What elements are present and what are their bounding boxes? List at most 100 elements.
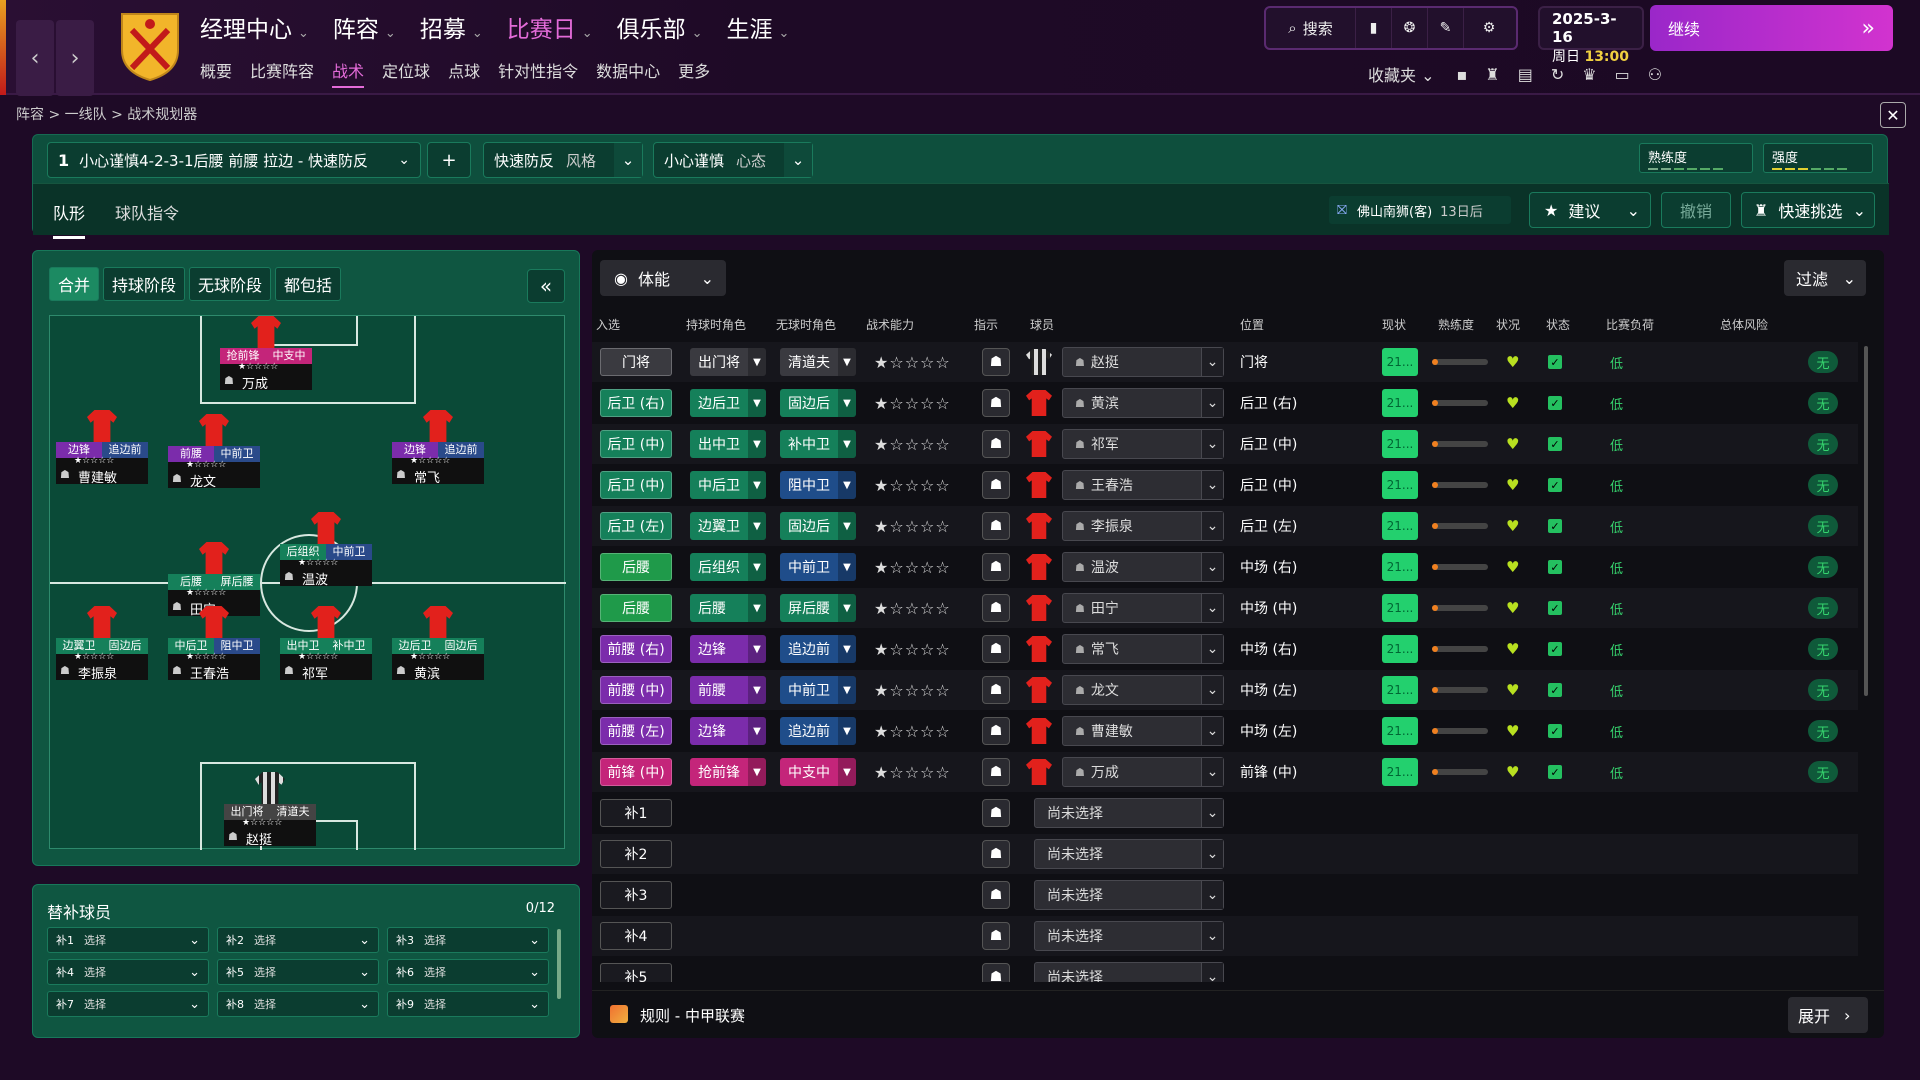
phase-tab-3[interactable]: 都包括 — [275, 267, 342, 301]
filter-button[interactable]: 过滤 ⌄ — [1784, 260, 1866, 296]
pitch-player[interactable]: 出中卫 补中卫 ★☆☆☆☆ ☗ 祁军 — [280, 606, 372, 682]
pitch-player[interactable]: 后组织 中前卫 ★☆☆☆☆ ☗ 温波 — [280, 512, 372, 588]
out-of-possession-role-select[interactable]: 阻中卫 ▼ — [780, 471, 856, 499]
table-row[interactable]: 前腰 (中) 前腰 ▼ 中前卫 ▼ ★☆☆☆☆ ☗ ☗ 龙文 ⌄ 中场 (左) 21... ♥ ✓ 低 无 — [592, 670, 1858, 710]
forward-button[interactable]: › — [56, 20, 94, 96]
column-header-10[interactable]: 状态 — [1546, 316, 1570, 333]
player-select[interactable]: ☗ 赵挺 ⌄ — [1062, 347, 1224, 377]
player-instructions-button[interactable]: ☗ — [982, 758, 1010, 786]
player-select[interactable]: ☗ 田宁 ⌄ — [1062, 593, 1224, 623]
brain-button[interactable]: ❂ — [1392, 8, 1428, 48]
selection-slot[interactable]: 前腰 (右) — [600, 635, 672, 663]
in-possession-role-select[interactable]: 抢前锋 ▼ — [690, 758, 766, 786]
player-instructions-button[interactable]: ☗ — [982, 512, 1010, 540]
selection-slot[interactable]: 前锋 (中) — [600, 758, 672, 786]
player-instructions-button[interactable]: ☗ — [982, 471, 1010, 499]
column-header-3[interactable]: 战术能力 — [866, 316, 914, 333]
sub-menu-item-2[interactable]: 战术 — [332, 58, 365, 88]
sub-slot-select[interactable]: 补2 选择 ⌄ — [217, 927, 379, 953]
column-header-1[interactable]: 持球时角色 — [686, 316, 746, 333]
player-instructions-button[interactable]: ☗ — [982, 389, 1010, 417]
pitch-player[interactable]: 边后卫 固边后 ★☆☆☆☆ ☗ 黄滨 — [392, 606, 484, 682]
column-header-4[interactable]: 指示 — [974, 316, 998, 333]
table-row[interactable]: 后卫 (中) 中后卫 ▼ 阻中卫 ▼ ★☆☆☆☆ ☗ ☗ 王春浩 ⌄ 后卫 (中) 21... ♥ ✓ 低 无 — [592, 465, 1858, 505]
subs-scrollbar[interactable] — [557, 929, 561, 999]
player-select[interactable]: ☗ 黄滨 ⌄ — [1062, 388, 1224, 418]
selection-slot[interactable]: 门将 — [600, 348, 672, 376]
sub-menu-item-0[interactable]: 概要 — [200, 58, 232, 88]
table-row[interactable]: 补1 ☗ 尚未选择 ⌄ — [592, 793, 1858, 833]
out-of-possession-role-select[interactable]: 固边后 ▼ — [780, 389, 856, 417]
table-row[interactable]: 后卫 (中) 出中卫 ▼ 补中卫 ▼ ★☆☆☆☆ ☗ ☗ 祁军 ⌄ 后卫 (中) 21... ♥ ✓ 低 无 — [592, 424, 1858, 464]
column-header-11[interactable]: 比赛负荷 — [1606, 316, 1654, 333]
table-row[interactable]: 补3 ☗ 尚未选择 ⌄ — [592, 875, 1858, 915]
in-possession-role-select[interactable]: 边翼卫 ▼ — [690, 512, 766, 540]
notebook-button[interactable]: ▮ — [1356, 8, 1392, 48]
sub-slot-select[interactable]: 补6 选择 ⌄ — [387, 959, 549, 985]
date-box[interactable]: 2025-3-16 周日 13:00 — [1538, 6, 1644, 65]
pitch-player[interactable]: 边锋 追边前 ★☆☆☆☆ ☗ 常飞 — [392, 410, 484, 486]
out-of-possession-role-select[interactable]: 追边前 ▼ — [780, 635, 856, 663]
player-select[interactable]: ☗ 曹建敏 ⌄ — [1062, 716, 1224, 746]
player-select[interactable]: 尚未选择 ⌄ — [1034, 962, 1224, 982]
document-icon[interactable]: ▤ — [1518, 65, 1533, 84]
column-header-9[interactable]: 状况 — [1496, 316, 1520, 333]
back-button[interactable]: ‹ — [16, 20, 54, 96]
sub-menu-item-4[interactable]: 点球 — [448, 58, 480, 88]
in-possession-role-select[interactable]: 出门将 ▼ — [690, 348, 766, 376]
selection-slot[interactable]: 后腰 — [600, 553, 672, 581]
player-instructions-button[interactable]: ☗ — [982, 799, 1010, 827]
suggest-button[interactable]: ★ 建议 ⌄ — [1529, 192, 1651, 228]
add-tactic-button[interactable]: + — [427, 142, 471, 178]
sub-menu-item-6[interactable]: 数据中心 — [596, 58, 660, 88]
player-select[interactable]: ☗ 万成 ⌄ — [1062, 757, 1224, 787]
player-instructions-button[interactable]: ☗ — [982, 553, 1010, 581]
player-instructions-button[interactable]: ☗ — [982, 717, 1010, 745]
table-row[interactable]: 后腰 后腰 ▼ 屏后腰 ▼ ★☆☆☆☆ ☗ ☗ 田宁 ⌄ 中场 (中) 21... ♥ ✓ 低 无 — [592, 588, 1858, 628]
sub-slot-select[interactable]: 补1 选择 ⌄ — [47, 927, 209, 953]
main-menu-item-2[interactable]: 招募 ⌄ — [420, 10, 483, 44]
column-header-12[interactable]: 总体风险 — [1720, 316, 1768, 333]
next-match[interactable]: ⛝ 佛山南狮(客) 13日后 — [1329, 196, 1511, 224]
phase-tab-1[interactable]: 持球阶段 — [103, 267, 186, 301]
player-instructions-button[interactable]: ☗ — [982, 348, 1010, 376]
club-crest-icon[interactable] — [118, 10, 182, 82]
search-button[interactable]: ⌕ 搜索 — [1266, 8, 1356, 48]
out-of-possession-role-select[interactable]: 补中卫 ▼ — [780, 430, 856, 458]
pitch-player[interactable]: 后腰屏后腰★☆☆☆☆☗田宁 — [168, 542, 260, 618]
settings-button[interactable]: ⚙ — [1464, 8, 1514, 48]
pitch-player[interactable]: 抢前锋 中支中 ★☆☆☆☆ ☗ 万成 — [220, 316, 312, 392]
pitch-player[interactable]: 边翼卫 固边后 ★☆☆☆☆ ☗ 李振泉 — [56, 606, 148, 682]
in-possession-role-select[interactable]: 后腰 ▼ — [690, 594, 766, 622]
tactic-select[interactable]: 1 小心谨慎4-2-3-1后腰 前腰 拉边 - 快速防反 ⌄ — [47, 142, 421, 178]
sub-slot-select[interactable]: 补3 选择 ⌄ — [387, 927, 549, 953]
player-instructions-button[interactable]: ☗ — [982, 430, 1010, 458]
sub-menu-item-1[interactable]: 比赛阵容 — [250, 58, 314, 88]
refresh-icon[interactable]: ↻ — [1551, 65, 1564, 84]
column-header-5[interactable]: 球员 — [1030, 316, 1054, 333]
pitch-player[interactable]: 前腰 中前卫 ★☆☆☆☆ ☗ 龙文 — [168, 414, 260, 490]
selection-slot[interactable]: 补2 — [600, 840, 672, 868]
main-menu-item-3[interactable]: 比赛日 ⌄ — [507, 10, 593, 44]
sub-slot-select[interactable]: 补8 选择 ⌄ — [217, 991, 379, 1017]
favorites-dropdown[interactable]: 收藏夹 ⌄ — [1368, 62, 1435, 86]
player-select[interactable]: ☗ 祁军 ⌄ — [1062, 429, 1224, 459]
player-select[interactable]: 尚未选择 ⌄ — [1034, 839, 1224, 869]
mentality-select[interactable]: 小心谨慎 心态 ⌄ — [653, 142, 813, 178]
card-icon[interactable]: ▭ — [1615, 65, 1630, 84]
style-select[interactable]: 快速防反 风格 ⌄ — [483, 142, 643, 178]
selection-slot[interactable]: 补1 — [600, 799, 672, 827]
player-instructions-button[interactable]: ☗ — [982, 635, 1010, 663]
sub-menu-item-5[interactable]: 针对性指令 — [498, 58, 578, 88]
player-select[interactable]: ☗ 王春浩 ⌄ — [1062, 470, 1224, 500]
table-row[interactable]: 补2 ☗ 尚未选择 ⌄ — [592, 834, 1858, 874]
table-scrollbar[interactable] — [1864, 346, 1868, 696]
player-instructions-button[interactable]: ☗ — [982, 676, 1010, 704]
undo-button[interactable]: 撤销 — [1661, 192, 1731, 228]
in-possession-role-select[interactable]: 后组织 ▼ — [690, 553, 766, 581]
column-header-8[interactable]: 熟练度 — [1438, 316, 1474, 333]
table-row[interactable]: 后卫 (右) 边后卫 ▼ 固边后 ▼ ★☆☆☆☆ ☗ ☗ 黄滨 ⌄ 后卫 (右) 21... ♥ ✓ 低 无 — [592, 383, 1858, 423]
column-header-6[interactable]: 位置 — [1240, 316, 1264, 333]
familiarity-meter[interactable]: 熟练度 — [1639, 143, 1753, 173]
phase-tab-0[interactable]: 合并 — [49, 267, 100, 301]
